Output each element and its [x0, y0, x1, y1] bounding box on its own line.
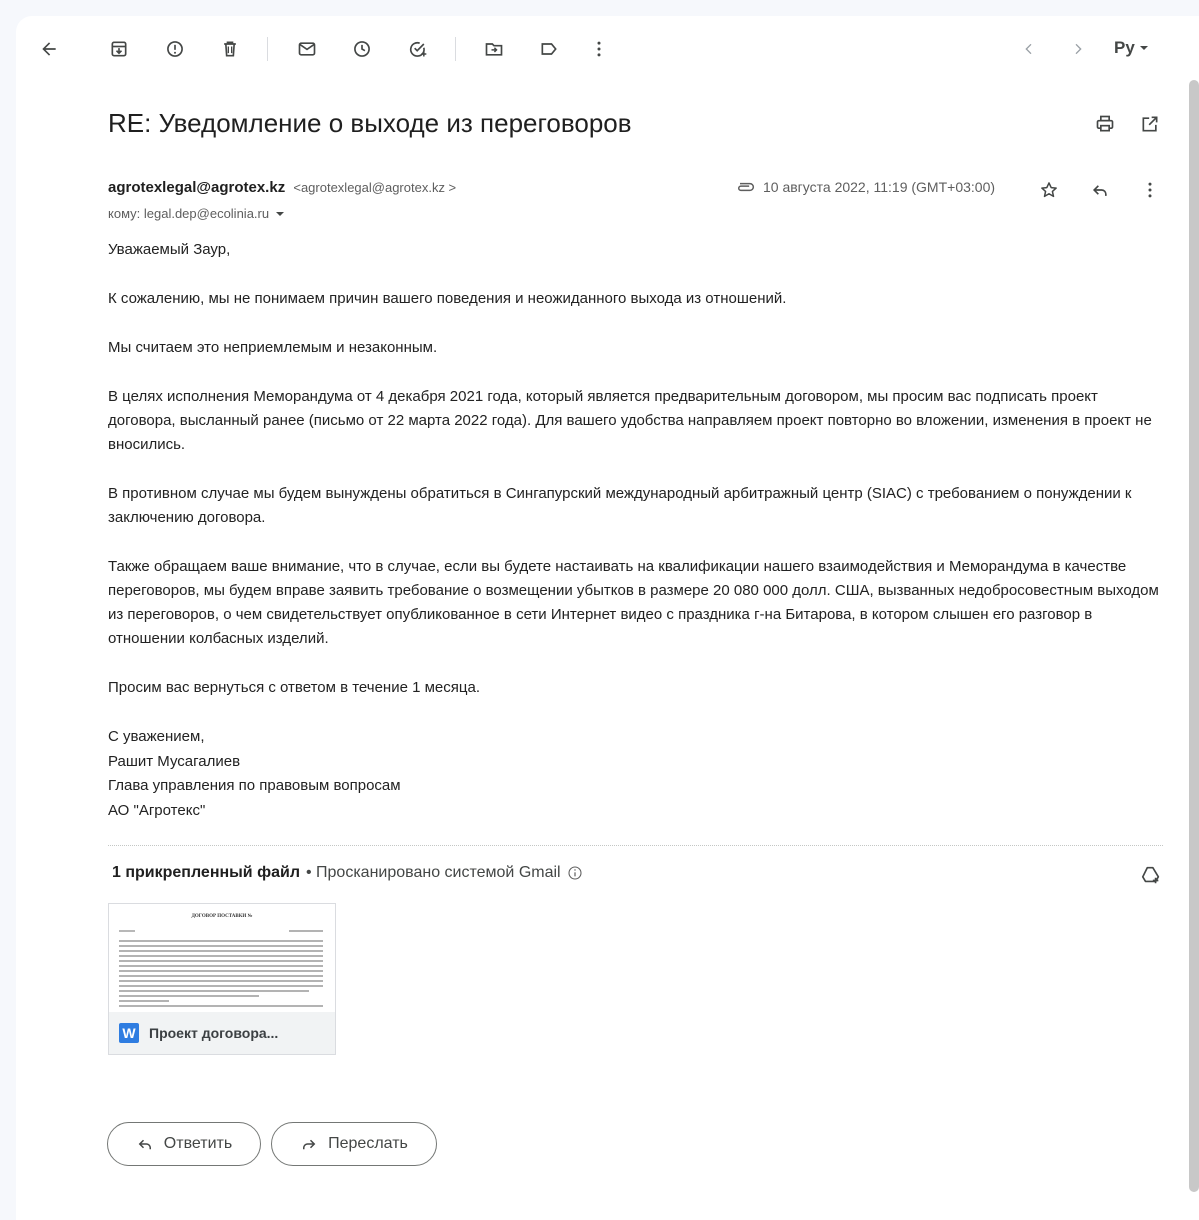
toolbar-divider [455, 37, 456, 61]
body-paragraph: Мы считаем это неприемлемым и незаконным… [108, 339, 438, 356]
body-paragraph: Просим вас вернуться с ответом в течение… [108, 679, 480, 696]
snooze-icon[interactable] [348, 35, 376, 63]
signature-line: Глава управления по правовым вопросам [108, 777, 401, 794]
print-icon[interactable] [1091, 110, 1119, 138]
signature-line: Рашит Мусагалиев [108, 752, 241, 770]
signature-line: АО "Агротекс" [108, 801, 206, 819]
info-icon[interactable] [567, 865, 583, 881]
attachment-clip-icon [738, 182, 754, 192]
star-icon[interactable] [1035, 176, 1063, 204]
reply-button[interactable]: Ответить [107, 1122, 261, 1166]
recipient-line: кому: legal.dep@ecolinia.ru [108, 206, 285, 221]
date-text: 10 августа 2022, 11:19 (GMT+03:00) [763, 179, 996, 195]
attachment-card[interactable]: ДОГОВОР ПОСТАВКИ № W Проект договора... [108, 903, 336, 1055]
body-paragraph: К сожалению, мы не понимаем причин вашег… [108, 290, 787, 307]
attachment-file-name: Проект договора... [149, 1025, 279, 1041]
scrollbar[interactable] [1189, 80, 1199, 1192]
next-icon[interactable] [1064, 35, 1092, 63]
scanned-label: • Просканировано системой Gmail [305, 864, 561, 881]
forward-button-label: Переслать [328, 1135, 408, 1152]
preview-title: ДОГОВОР ПОСТАВКИ № [191, 914, 253, 919]
add-task-icon[interactable] [404, 35, 432, 63]
back-arrow-icon[interactable] [35, 35, 63, 63]
language-label: Ру [1114, 38, 1135, 57]
reply-button-label: Ответить [163, 1135, 233, 1152]
attachment-count: 1 прикрепленный файл [112, 864, 300, 881]
attachments-divider [108, 845, 1163, 846]
document-text-lines [119, 930, 323, 1007]
word-file-icon: W [119, 1023, 139, 1043]
attachments-header: 1 прикрепленный файл • Просканировано си… [112, 864, 583, 882]
reply-icon[interactable] [1086, 176, 1114, 204]
prev-icon[interactable] [1015, 35, 1043, 63]
delete-icon[interactable] [216, 35, 244, 63]
report-spam-icon[interactable] [161, 35, 189, 63]
signature-line: С уважением, [108, 728, 205, 745]
add-to-drive-icon[interactable] [1137, 861, 1165, 889]
sender-email: <agrotexlegal@agrotex.kz > [293, 180, 457, 195]
signature: С уважением, Рашит Мусагалиев Глава упра… [108, 725, 1168, 823]
forward-button[interactable]: Переслать [271, 1122, 437, 1166]
email-body: Уважаемый Заур, К сожалению, мы не поним… [108, 238, 1168, 823]
document-preview: ДОГОВОР ПОСТАВКИ № [109, 904, 335, 1012]
language-selector[interactable]: Ру [1114, 38, 1149, 58]
sender-name[interactable]: agrotexlegal@agrotex.kz [108, 179, 285, 196]
label-icon[interactable] [535, 35, 563, 63]
toolbar-divider [267, 37, 268, 61]
more-vert-icon[interactable] [585, 35, 613, 63]
email-date: 10 августа 2022, 11:19 (GMT+03:00) [735, 179, 995, 195]
language-dropdown-icon [1139, 46, 1148, 50]
mark-unread-icon[interactable] [293, 35, 321, 63]
greeting: Уважаемый Заур, [108, 241, 231, 258]
move-to-icon[interactable] [480, 35, 508, 63]
body-paragraph: Также обращаем ваше внимание, что в случ… [108, 558, 1159, 647]
body-paragraph: В целях исполнения Меморандума от 4 дека… [108, 388, 1152, 453]
forward-icon [303, 1139, 316, 1150]
open-new-window-icon[interactable] [1136, 110, 1164, 138]
body-paragraph: В противном случае мы будем вынуждены об… [108, 485, 1132, 526]
sender-line: agrotexlegal@agrotex.kz <agrotexlegal@ag… [108, 179, 456, 196]
archive-icon[interactable] [105, 35, 133, 63]
recipient-text: кому: legal.dep@ecolinia.ru [108, 206, 270, 221]
details-dropdown-icon[interactable] [275, 209, 285, 219]
attachment-footer: W Проект договора... [109, 1012, 335, 1054]
reply-icon [138, 1139, 151, 1150]
more-options-icon[interactable] [1136, 176, 1164, 204]
email-subject: RE: Уведомление о выходе из переговоров [108, 108, 632, 138]
